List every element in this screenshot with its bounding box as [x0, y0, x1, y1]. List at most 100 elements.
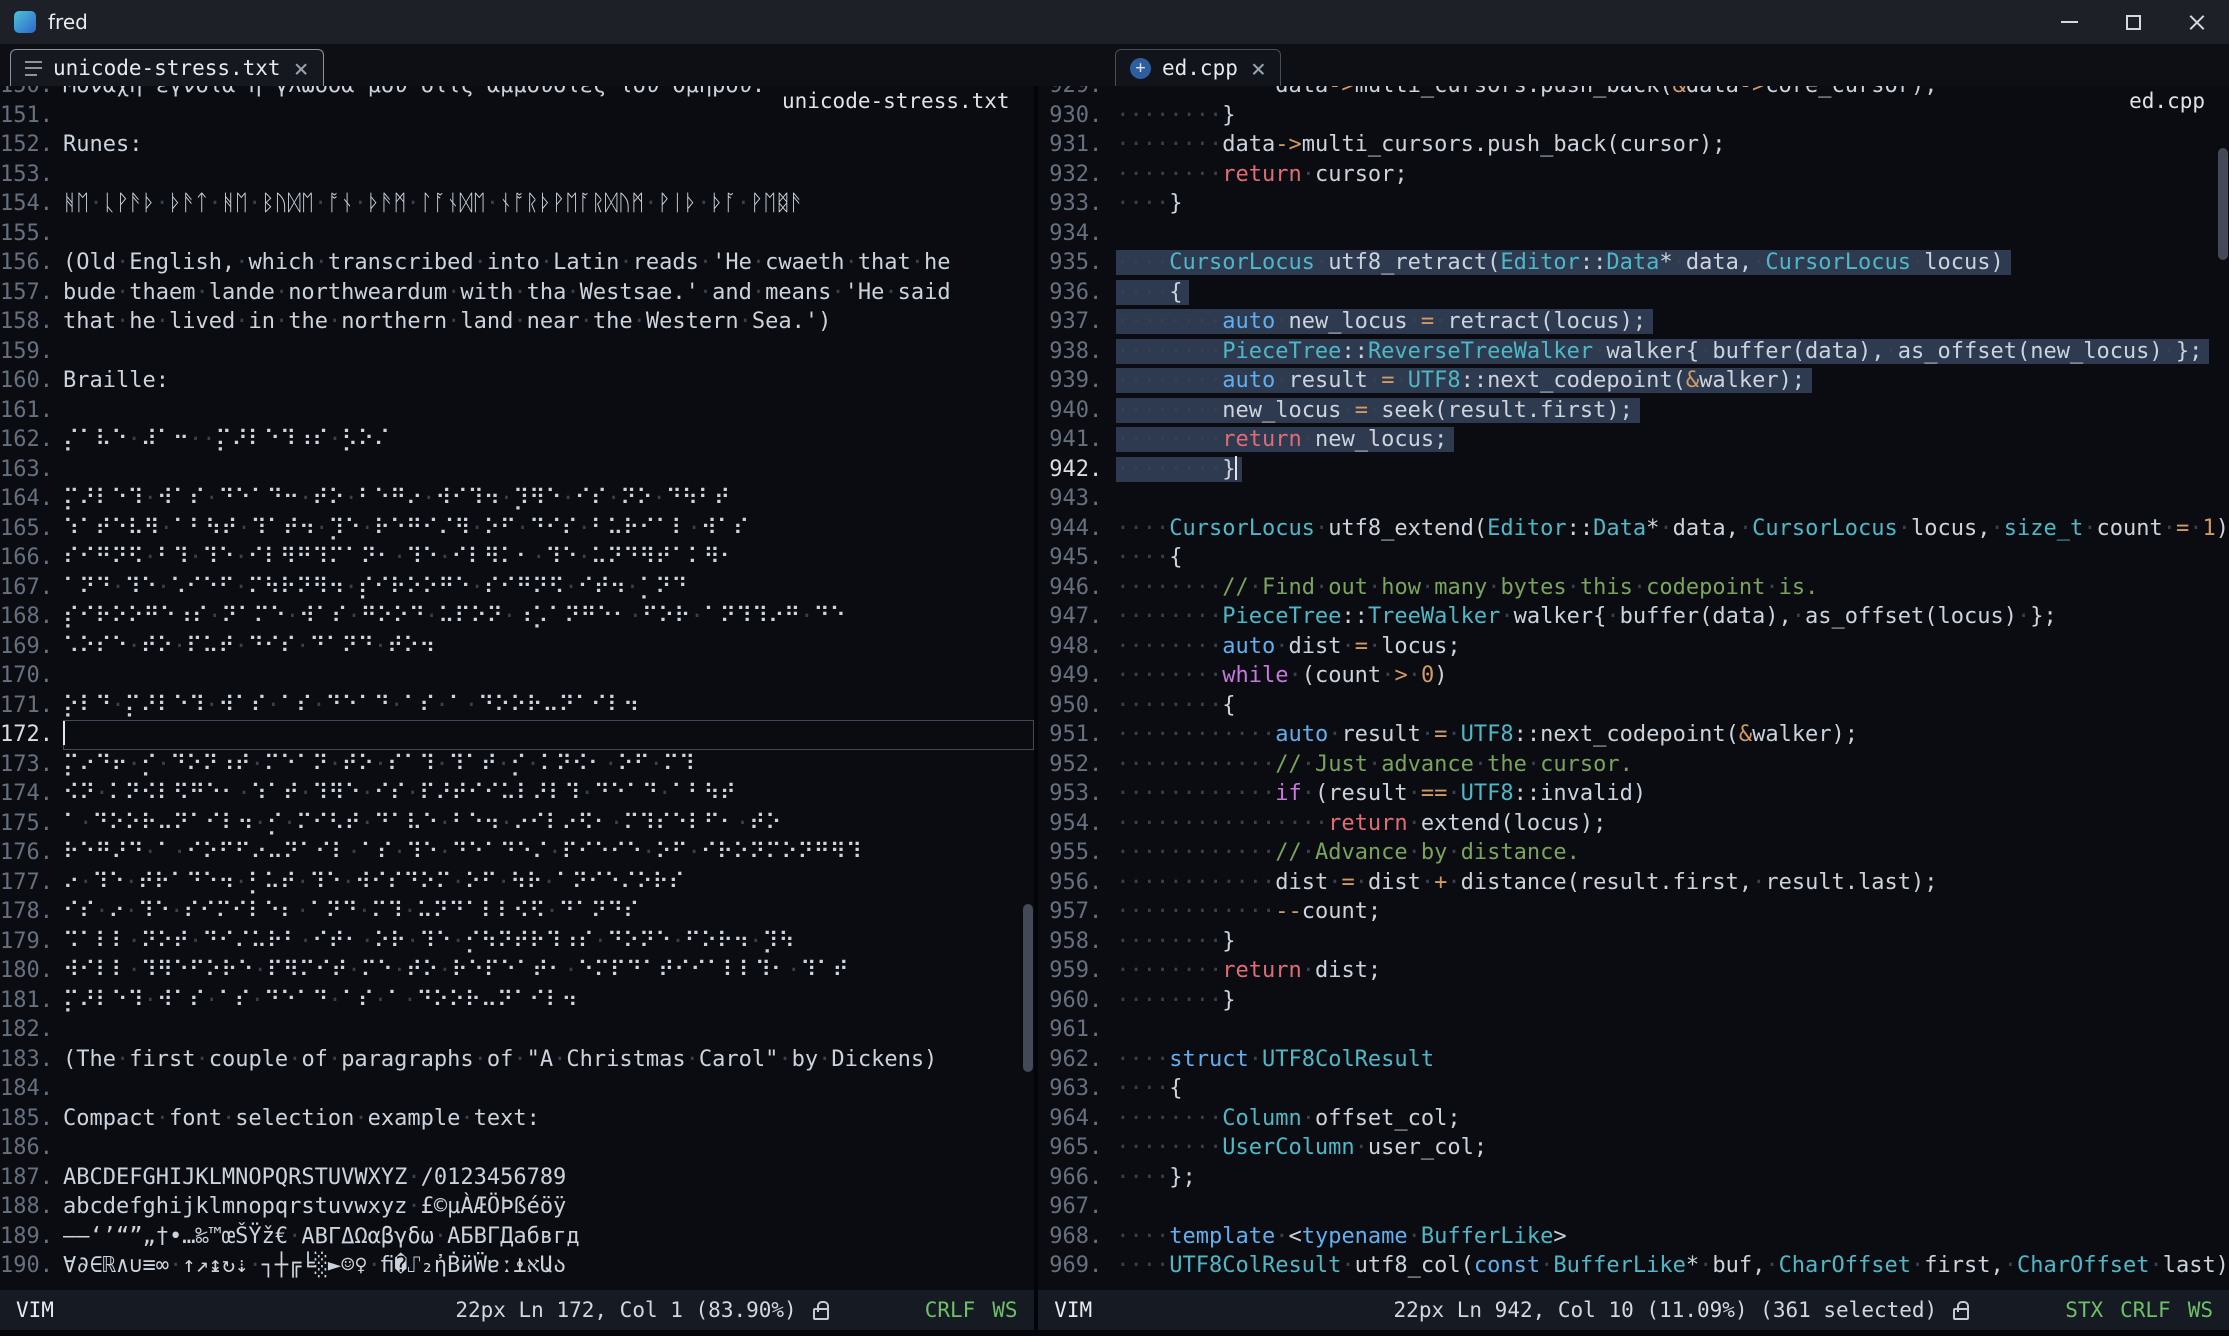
code-line[interactable]: 934.: [1038, 219, 2229, 249]
code-line[interactable]: 938.········PieceTree::ReverseTreeWalker…: [1038, 337, 2229, 367]
code-line[interactable]: 189.–—‘’“”„†•…‰™œŠŸž€·ΑΒΓΔΩαβγδω·АБВГДаб…: [0, 1222, 1034, 1252]
code-line[interactable]: 166.⠎⠊⠛⠝⠫·⠃⠹·⠹⠑·⠊⠇⠻⠛⠹⠍⠁⠝⠂·⠹⠑·⠊⠇⠻⠅⠂·⠹⠑·⠥⠝…: [0, 543, 1034, 573]
code-line[interactable]: 154.ᚻᛖ·ᚳᚹᚫᚦ·ᚦᚫᛏ·ᚻᛖ·ᛒᚢᛞᛖ·ᚩᚾ·ᚦᚫᛗ·ᛚᚪᚾᛞᛖ·ᚾᚩᚱ…: [0, 189, 1034, 219]
code-line[interactable]: 155.: [0, 219, 1034, 249]
code-line[interactable]: 968.····template·<typename·BufferLike>: [1038, 1222, 2229, 1252]
code-line[interactable]: 961.: [1038, 1015, 2229, 1045]
code-line[interactable]: 183.(The·first·couple·of·paragraphs·of·"…: [0, 1045, 1034, 1075]
code-line[interactable]: 948.········auto·dist·=·locus;: [1038, 632, 2229, 662]
lock-icon[interactable]: [813, 1308, 829, 1320]
right-editor-body[interactable]: 929.············data->multi_cursors.push…: [1038, 86, 2229, 1290]
code-line[interactable]: 178.⠊⠎·⠔·⠹⠑·⠎⠊⠍⠊⠇⠑⠆·⠁⠝⠙·⠍⠹·⠥⠝⠙⠁⠇⠇⠪⠫·⠙⠁⠝⠙…: [0, 897, 1034, 927]
code-line[interactable]: 932.········return·cursor;: [1038, 160, 2229, 190]
code-line[interactable]: 960.········}: [1038, 986, 2229, 1016]
lock-icon[interactable]: [1953, 1308, 1969, 1320]
scrollbar-track[interactable]: [1022, 86, 1034, 1290]
code-line[interactable]: 950.········{: [1038, 691, 2229, 721]
code-line[interactable]: 964.········Column·offset_col;: [1038, 1104, 2229, 1134]
code-line[interactable]: 955.············//·Advance·by·distance.: [1038, 838, 2229, 868]
code-line[interactable]: 949.········while·(count·>·0): [1038, 661, 2229, 691]
code-line[interactable]: 190.∀∂∈ℝ∧∪≡∞·↑↗↨↻⇣·┐┼╔╘░►☺♀·ﬁ�⑀₂ἠḂӥẄɐː⍎א…: [0, 1251, 1034, 1281]
code-line[interactable]: 162.⡌⠁⠧⠑·⠼⠁⠒··⡍⠜⠇⠑⠹⠰⠎·⡣⠕⠌: [0, 425, 1034, 455]
code-line[interactable]: 165.⠱⠁⠞⠑⠧⠻·⠁⠃⠳⠞·⠹⠁⠞⠲·⡹⠑·⠗⠑⠛⠊⠌⠻·⠕⠋·⠙⠊⠎·⠃⠥…: [0, 514, 1034, 544]
code-line[interactable]: 185.Compact·font·selection·example·text:: [0, 1104, 1034, 1134]
code-line[interactable]: 945.····{: [1038, 543, 2229, 573]
code-line[interactable]: 157.bude·thaem·lande·northweardum·with·t…: [0, 278, 1034, 308]
code-line[interactable]: 171.⡕⠇⠙·⡍⠜⠇⠑⠹·⠺⠁⠎·⠁⠎·⠙⠑⠁⠙·⠁⠎·⠁·⠙⠕⠕⠗⠤⠝⠁⠊⠇…: [0, 691, 1034, 721]
code-line[interactable]: 169.⠡⠕⠎⠑·⠞⠕·⠏⠥⠞·⠙⠊⠎·⠙⠁⠝⠙·⠞⠕⠲: [0, 632, 1034, 662]
code-line[interactable]: 958.········}: [1038, 927, 2229, 957]
code-line[interactable]: 931.········data->multi_cursors.push_bac…: [1038, 130, 2229, 160]
code-line[interactable]: 943.: [1038, 484, 2229, 514]
code-line[interactable]: 963.····{: [1038, 1074, 2229, 1104]
tab-close-icon[interactable]: ×: [1251, 56, 1266, 81]
whitespace-indicator[interactable]: WS: [992, 1298, 1017, 1322]
code-line[interactable]: 188.abcdefghijklmnopqrstuvwxyz·£©µÀÆÖÞßé…: [0, 1192, 1034, 1222]
code-line[interactable]: 170.: [0, 661, 1034, 691]
code-line[interactable]: 946.········//·Find·out·how·many·bytes·t…: [1038, 573, 2229, 603]
code-line[interactable]: 965.········UserColumn·user_col;: [1038, 1133, 2229, 1163]
code-line[interactable]: 164.⡍⠜⠇⠑⠹·⠺⠁⠎·⠙⠑⠁⠙⠒·⠞⠕·⠃⠑⠛⠔·⠺⠊⠹⠲·⡹⠻⠑·⠊⠎·…: [0, 484, 1034, 514]
code-line[interactable]: 186.: [0, 1133, 1034, 1163]
maximize-button[interactable]: [2101, 0, 2165, 44]
whitespace-indicator[interactable]: WS: [2188, 1298, 2213, 1322]
code-line[interactable]: 167.⠁⠝⠙·⠹⠑·⠡⠊⠑⠋·⠍⠳⠗⠝⠻⠲·⡎⠊⠗⠕⠕⠛⠑·⠎⠊⠛⠝⠫·⠊⠞⠲…: [0, 573, 1034, 603]
code-line[interactable]: 174.⠪⠝·⠅⠝⠪⠇⠫⠛⠑⠂·⠱⠁⠞·⠹⠻⠑·⠊⠎·⠏⠜⠞⠊⠊⠥⠇⠜⠇⠹·⠙⠑…: [0, 779, 1034, 809]
tab-unicode-stress-txt[interactable]: unicode-stress.txt ×: [10, 49, 324, 86]
code-line[interactable]: 951.············auto·result·=·UTF8::next…: [1038, 720, 2229, 750]
code-line[interactable]: 182.: [0, 1015, 1034, 1045]
code-line[interactable]: 959.········return·dist;: [1038, 956, 2229, 986]
code-line[interactable]: 177.⠔·⠹⠑·⠞⠗⠁⠙⠑⠲·⡃⠥⠞·⠹⠑·⠺⠊⠎⠙⠕⠍·⠕⠋·⠳⠗·⠁⠝⠊⠑…: [0, 868, 1034, 898]
eol-indicator[interactable]: CRLF: [2120, 1298, 2171, 1322]
code-line[interactable]: 179.⠩⠁⠇⠇·⠝⠕⠞·⠙⠊⠌⠥⠗⠃·⠊⠞⠂·⠕⠗·⠹⠑·⡊⠳⠝⠞⠗⠹⠰⠎·⠙…: [0, 927, 1034, 957]
scrollbar-thumb[interactable]: [2218, 148, 2228, 260]
scrollbar-track[interactable]: [2217, 86, 2229, 1290]
close-button[interactable]: [2165, 0, 2229, 44]
code-line[interactable]: 156.(Old·English,·which·transcribed·into…: [0, 248, 1034, 278]
code-line[interactable]: 175.⠁·⠙⠕⠕⠗⠤⠝⠁⠊⠇⠲·⡊·⠍⠊⠣⠞·⠙⠁⠧⠑·⠃⠑⠲·⠔⠊⠇⠔⠫⠂·…: [0, 809, 1034, 839]
code-line[interactable]: 152.Runes:: [0, 130, 1034, 160]
code-line[interactable]: 933.····}: [1038, 189, 2229, 219]
code-line[interactable]: 969.····UTF8ColResult·utf8_col(const·Buf…: [1038, 1251, 2229, 1281]
code-line[interactable]: 187.ABCDEFGHIJKLMNOPQRSTUVWXYZ·/01234567…: [0, 1163, 1034, 1193]
code-line[interactable]: 942.········}: [1038, 455, 2229, 485]
code-line[interactable]: 939.········auto·result·=·UTF8::next_cod…: [1038, 366, 2229, 396]
code-line[interactable]: 173.⡍⠔⠙⠖·⡊·⠙⠕⠝⠰⠞·⠍⠑⠁⠝·⠞⠕·⠎⠁⠹·⠹⠁⠞·⡊·⠅⠝⠪⠂·…: [0, 750, 1034, 780]
code-line[interactable]: 966.····};: [1038, 1163, 2229, 1193]
code-line[interactable]: 952.············//·Just·advance·the·curs…: [1038, 750, 2229, 780]
eol-indicator[interactable]: CRLF: [925, 1298, 976, 1322]
code-line[interactable]: 184.: [0, 1074, 1034, 1104]
code-line[interactable]: 172.: [0, 720, 1034, 750]
code-line[interactable]: 967.: [1038, 1192, 2229, 1222]
code-line[interactable]: 160.Braille:: [0, 366, 1034, 396]
tab-close-icon[interactable]: ×: [294, 56, 309, 81]
left-editor-body[interactable]: 150.Μονάχη·ἔγνοια·ἡ·γλῶσσα·μου·στὶς·ἀμμο…: [0, 86, 1034, 1290]
code-line[interactable]: 935.····CursorLocus·utf8_retract(Editor:…: [1038, 248, 2229, 278]
scrollbar-thumb[interactable]: [1023, 904, 1033, 1072]
code-line[interactable]: 957.············--count;: [1038, 897, 2229, 927]
code-line[interactable]: 929.············data->multi_cursors.push…: [1038, 86, 2229, 101]
minimize-button[interactable]: [2037, 0, 2101, 44]
tab-ed-cpp[interactable]: ed.cpp ×: [1115, 49, 1281, 86]
code-line[interactable]: 940.········new_locus·=·seek(result.firs…: [1038, 396, 2229, 426]
code-line[interactable]: 936.····{: [1038, 278, 2229, 308]
code-line[interactable]: 953.············if·(result·==·UTF8::inva…: [1038, 779, 2229, 809]
code-line[interactable]: 158.that·he·lived·in·the·northern·land·n…: [0, 307, 1034, 337]
code-line[interactable]: 168.⡎⠊⠗⠕⠕⠛⠑⠰⠎·⠝⠁⠍⠑·⠺⠁⠎·⠛⠕⠕⠙·⠥⠏⠕⠝·⠰⡡⠁⠝⠛⠑⠂…: [0, 602, 1034, 632]
code-line[interactable]: 930.········}: [1038, 101, 2229, 131]
code-line[interactable]: 163.: [0, 455, 1034, 485]
code-line[interactable]: 954.················return·extend(locus)…: [1038, 809, 2229, 839]
code-line[interactable]: 937.········auto·new_locus·=·retract(loc…: [1038, 307, 2229, 337]
code-line[interactable]: 941.········return·new_locus;: [1038, 425, 2229, 455]
code-line[interactable]: 159.: [0, 337, 1034, 367]
encoding-indicator[interactable]: STX: [2065, 1298, 2103, 1322]
code-line[interactable]: 176.⠗⠑⠛⠜⠙·⠁·⠊⠕⠋⠋⠔⠤⠝⠁⠊⠇·⠁⠎·⠹⠑·⠙⠑⠁⠙⠑⠌·⠏⠊⠑⠊…: [0, 838, 1034, 868]
code-line[interactable]: 962.····struct·UTF8ColResult: [1038, 1045, 2229, 1075]
code-line[interactable]: 161.: [0, 396, 1034, 426]
code-line[interactable]: 153.: [0, 160, 1034, 190]
code-line[interactable]: 180.⠺⠊⠇⠇·⠹⠻⠑⠋⠕⠗⠑·⠏⠻⠍⠊⠞·⠍⠑·⠞⠕·⠗⠑⠏⠑⠁⠞⠂·⠑⠍⠏…: [0, 956, 1034, 986]
code-line[interactable]: 181.⡍⠜⠇⠑⠹·⠺⠁⠎·⠁⠎·⠙⠑⠁⠙·⠁⠎·⠁·⠙⠕⠕⠗⠤⠝⠁⠊⠇⠲: [0, 986, 1034, 1016]
code-line[interactable]: 947.········PieceTree::TreeWalker·walker…: [1038, 602, 2229, 632]
code-line[interactable]: 944.····CursorLocus·utf8_extend(Editor::…: [1038, 514, 2229, 544]
code-line[interactable]: 956.············dist·=·dist·+·distance(r…: [1038, 868, 2229, 898]
